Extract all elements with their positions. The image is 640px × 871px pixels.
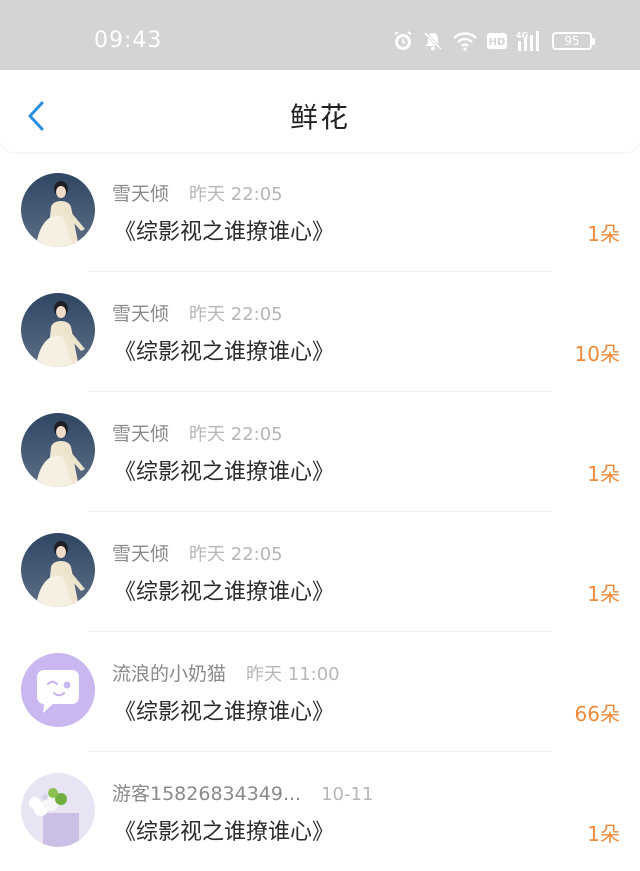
list-item[interactable]: 雪天倾 昨天 22:05 《综影视之谁撩谁心》 10朵 [0,272,640,392]
book-title[interactable]: 《综影视之谁撩谁心》 [114,214,334,246]
hd-icon: HD [486,31,508,51]
timestamp: 昨天 22:05 [189,304,283,325]
username[interactable]: 游客15826834349... [112,779,301,806]
timestamp: 昨天 11:00 [246,664,340,685]
page-title: 鲜花 [289,101,350,134]
avatar[interactable] [21,653,95,727]
username[interactable]: 流浪的小奶猫 [112,659,226,686]
item-meta: 雪天倾 昨天 22:05 [112,419,283,446]
avatar[interactable] [21,413,95,487]
item-meta: 雪天倾 昨天 22:05 [112,299,283,326]
mute-icon [422,30,444,52]
avatar[interactable] [21,533,95,607]
book-title[interactable]: 《综影视之谁撩谁心》 [114,574,334,606]
list-item[interactable]: 流浪的小奶猫 昨天 11:00 《综影视之谁撩谁心》 66朵 [0,632,640,752]
avatar[interactable] [21,773,95,847]
item-meta: 流浪的小奶猫 昨天 11:00 [112,659,340,686]
status-icons: HD 4G 95 [392,29,595,53]
book-title[interactable]: 《综影视之谁撩谁心》 [114,814,334,846]
alarm-icon [392,30,414,52]
book-title[interactable]: 《综影视之谁撩谁心》 [114,694,334,726]
status-bar: 09:43 HD 4G 95 [0,0,640,70]
username[interactable]: 雪天倾 [112,539,169,566]
avatar[interactable] [21,173,95,247]
item-meta: 游客15826834349... 10-11 [112,779,373,806]
username[interactable]: 雪天倾 [112,299,169,326]
signal-4g-icon: 4G [516,29,544,53]
wifi-icon [452,30,478,52]
flower-count: 1朵 [587,462,620,486]
header: 鲜花 [0,70,640,152]
list-item[interactable]: 游客15826834349... 10-11 《综影视之谁撩谁心》 1朵 [0,752,640,871]
list-item[interactable]: 雪天倾 昨天 22:05 《综影视之谁撩谁心》 1朵 [0,512,640,632]
flower-list: 雪天倾 昨天 22:05 《综影视之谁撩谁心》 1朵 雪天倾 昨天 22:05 … [0,152,640,871]
timestamp: 昨天 22:05 [189,424,283,445]
list-item[interactable]: 雪天倾 昨天 22:05 《综影视之谁撩谁心》 1朵 [0,392,640,512]
timestamp: 昨天 22:05 [189,544,283,565]
username[interactable]: 雪天倾 [112,419,169,446]
flower-count: 1朵 [587,582,620,606]
timestamp: 10-11 [321,784,374,805]
book-title[interactable]: 《综影视之谁撩谁心》 [114,454,334,486]
list-item[interactable]: 雪天倾 昨天 22:05 《综影视之谁撩谁心》 1朵 [0,152,640,272]
flower-count: 66朵 [574,702,620,726]
timestamp: 昨天 22:05 [189,184,283,205]
battery-icon: 95 [552,32,595,50]
book-title[interactable]: 《综影视之谁撩谁心》 [114,334,334,366]
flower-count: 1朵 [587,822,620,846]
item-meta: 雪天倾 昨天 22:05 [112,539,283,566]
avatar[interactable] [21,293,95,367]
flower-count: 1朵 [587,222,620,246]
item-meta: 雪天倾 昨天 22:05 [112,179,283,206]
username[interactable]: 雪天倾 [112,179,169,206]
status-time: 09:43 [94,28,163,53]
flower-count: 10朵 [574,342,620,366]
svg-text:HD: HD [489,37,506,48]
